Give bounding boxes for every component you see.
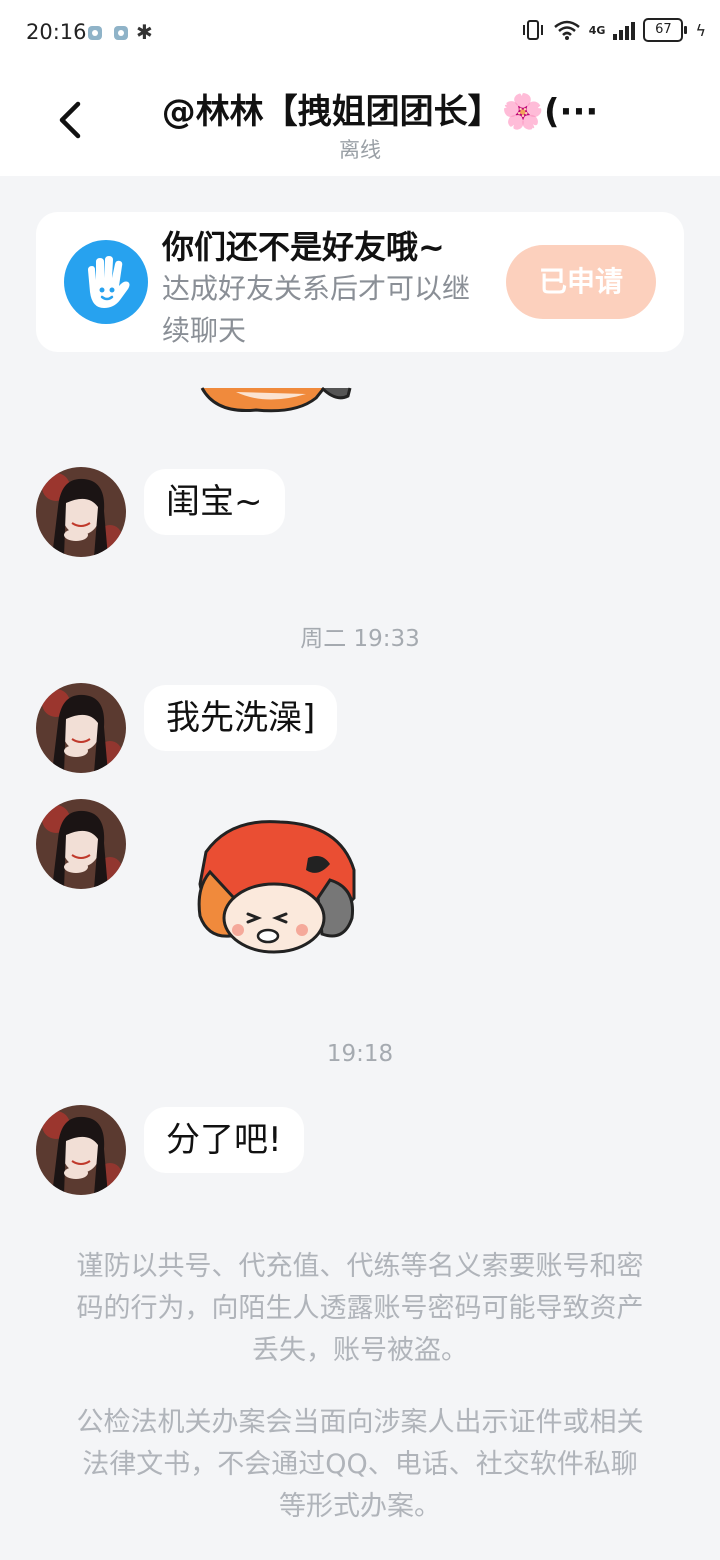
chat-title[interactable]: @林林【拽姐团团长】🌸(··· <box>110 84 650 133</box>
friend-card-title: 你们还不是好友哦~ <box>162 228 445 266</box>
app-notification-icon <box>114 26 128 40</box>
avatar[interactable] <box>36 683 126 773</box>
friend-request-card: 你们还不是好友哦~ 达成好友关系后才可以继续聊天 已申请 <box>36 212 684 352</box>
wifi-icon <box>553 20 580 40</box>
battery-level: 67 <box>655 22 672 37</box>
avatar[interactable] <box>36 1105 126 1195</box>
cartoon-girl-sticker[interactable] <box>190 818 362 958</box>
sticker-partial <box>196 384 356 416</box>
applied-button[interactable]: 已申请 <box>506 245 656 319</box>
app-notification-icon <box>88 26 102 40</box>
bluetooth-icon: ✱ <box>136 20 153 44</box>
avatar[interactable] <box>36 799 126 889</box>
chat-header: @林林【拽姐团团长】🌸(··· 离线 <box>0 66 720 176</box>
message-bubble[interactable]: 分了吧! <box>144 1107 304 1173</box>
network-type: 4G <box>588 23 606 37</box>
message-timestamp: 19:18 <box>326 1041 394 1067</box>
online-status: 离线 <box>339 138 381 162</box>
status-bar: 20:16 ✱ 4G 67 ϟ <box>0 0 720 66</box>
signal-icon <box>613 20 636 40</box>
message-bubble[interactable]: 闺宝~ <box>144 469 285 535</box>
status-time: 20:16 <box>26 20 87 44</box>
security-notice: 公检法机关办案会当面向涉案人出示证件或相关法律文书，不会通过QQ、电话、社交软件… <box>76 1407 644 1522</box>
avatar[interactable] <box>36 467 126 557</box>
security-notice: 谨防以共号、代充值、代练等名义索要账号和密码的行为，向陌生人透露账号密码可能导致… <box>76 1251 644 1366</box>
friend-hand-icon <box>64 240 148 324</box>
charging-icon: ϟ <box>695 20 706 40</box>
vibrate-icon <box>522 20 543 40</box>
battery-icon: 67 <box>643 18 688 42</box>
message-bubble[interactable]: 我先洗澡] <box>144 685 338 751</box>
message-timestamp: 周二 19:33 <box>300 626 420 652</box>
status-icons: 4G 67 ϟ <box>521 18 706 42</box>
friend-card-description: 达成好友关系后才可以继续聊天 <box>162 272 471 347</box>
